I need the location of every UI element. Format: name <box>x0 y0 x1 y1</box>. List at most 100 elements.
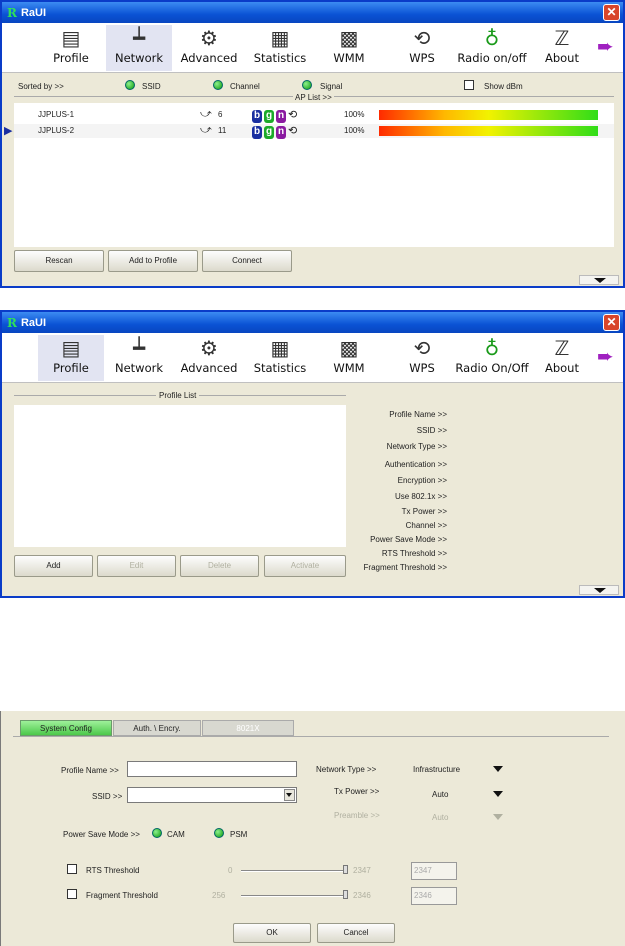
toolbar-about[interactable]: ℤ About <box>529 25 595 71</box>
network-icon: ┷ <box>132 336 146 360</box>
toolbar-wps[interactable]: ⟲ WPS <box>389 25 455 71</box>
field-ssid: SSID >> <box>416 426 447 435</box>
profile-icon: ▤ <box>61 336 81 360</box>
sorted-by-label: Sorted by >> <box>18 82 64 91</box>
power-save-mode-label: Power Save Mode >> <box>63 830 140 839</box>
chevron-down-icon <box>286 793 292 797</box>
ssid-combobox[interactable] <box>127 787 297 803</box>
toolbar: ▤ Profile ┷ Network ⚙ Advanced ▦ Statistics … <box>2 23 623 73</box>
field-network-type: Network Type >> <box>386 442 447 451</box>
sort-signal-label: Signal <box>320 82 343 91</box>
statistics-icon: ▦ <box>270 26 290 50</box>
ssid-label: SSID >> <box>92 792 123 801</box>
profile-list[interactable] <box>14 405 346 547</box>
delete-button[interactable]: Delete <box>180 555 259 577</box>
cancel-button[interactable]: Cancel <box>317 923 395 943</box>
sort-signal-radio[interactable] <box>302 80 312 90</box>
connect-button[interactable]: Connect <box>202 250 292 272</box>
toolbar-radio[interactable]: ♁ Radio On/Off <box>454 335 530 381</box>
arrow-right-icon[interactable]: ➨ <box>597 37 617 57</box>
profile-icon: ▤ <box>61 26 81 50</box>
arrow-right-icon[interactable]: ➨ <box>597 347 617 367</box>
rts-threshold-checkbox[interactable] <box>67 864 77 874</box>
wmm-icon: ▩ <box>339 336 359 360</box>
system-config-panel: System Config Auth. \ Encry. 8021X Profi… <box>0 711 625 946</box>
fragment-threshold-label: Fragment Threshold <box>86 891 158 900</box>
tab-auth-encry[interactable]: Auth. \ Encry. <box>113 720 201 736</box>
field-authentication: Authentication >> <box>384 460 447 469</box>
profile-name-input[interactable] <box>127 761 297 777</box>
signal-bar <box>379 110 598 120</box>
edit-button[interactable]: Edit <box>97 555 176 577</box>
dropdown-button[interactable] <box>284 789 295 801</box>
psm-radio[interactable] <box>214 828 224 838</box>
toolbar-advanced[interactable]: ⚙ Advanced <box>176 25 242 71</box>
mode-g-icon: g <box>264 110 274 123</box>
fragment-slider <box>241 895 345 897</box>
toolbar-statistics[interactable]: ▦ Statistics <box>247 335 313 381</box>
selected-arrow-icon: ▶ <box>4 125 13 137</box>
mode-g-icon: g <box>264 126 274 139</box>
toolbar-profile[interactable]: ▤ Profile <box>38 25 104 71</box>
rescan-button[interactable]: Rescan <box>14 250 104 272</box>
statistics-icon: ▦ <box>270 336 290 360</box>
toolbar-wmm[interactable]: ▩ WMM <box>316 335 382 381</box>
toolbar-advanced[interactable]: ⚙ Advanced <box>176 335 242 381</box>
preamble-dropdown-icon <box>493 814 503 820</box>
tab-8021x[interactable]: 8021X <box>202 720 294 736</box>
table-row-selected[interactable]: ▶ JJPLUS-2 ⤻ 11 b g n ⟲ 100% <box>4 124 614 139</box>
cam-radio[interactable] <box>152 828 162 838</box>
tx-power-label: Tx Power >> <box>334 787 380 796</box>
radio-icon: ♁ <box>484 26 500 50</box>
window-title: RaUI <box>20 6 47 19</box>
toolbar-wmm[interactable]: ▩ WMM <box>316 25 382 71</box>
toolbar-network[interactable]: ┷ Network <box>106 335 172 381</box>
sort-channel-radio[interactable] <box>213 80 223 90</box>
table-row[interactable]: JJPLUS-1 ⤻ 6 b g n ⟲ 100% <box>14 108 614 123</box>
fragment-value-field: 2346 <box>411 887 457 905</box>
toolbar-about[interactable]: ℤ About <box>529 335 595 381</box>
show-dbm-label: Show dBm <box>484 82 523 91</box>
rts-min-label: 0 <box>228 866 233 875</box>
ap-signal: 100% <box>344 110 365 119</box>
field-use-8021x: Use 802.1x >> <box>394 492 447 501</box>
toolbar-wps[interactable]: ⟲ WPS <box>389 335 455 381</box>
field-fragment-threshold: Fragment Threshold >> <box>363 563 447 572</box>
close-button[interactable]: ✕ <box>603 4 620 21</box>
scroll-down-button[interactable] <box>579 585 619 595</box>
field-rts-threshold: RTS Threshold >> <box>381 549 447 558</box>
add-to-profile-button[interactable]: Add to Profile <box>108 250 198 272</box>
toolbar-network[interactable]: ┷ Network <box>106 25 172 71</box>
tab-strip-line <box>13 736 609 737</box>
channel-icon: ⤻ <box>200 124 212 136</box>
network-type-dropdown-icon[interactable] <box>493 766 503 772</box>
app-logo-icon: R <box>7 315 17 330</box>
toolbar-statistics[interactable]: ▦ Statistics <box>247 25 313 71</box>
add-button[interactable]: Add <box>14 555 93 577</box>
network-type-value[interactable]: Infrastructure <box>413 765 460 774</box>
tab-system-config[interactable]: System Config <box>20 720 112 736</box>
preamble-value: Auto <box>432 813 449 822</box>
mode-badges: b g n ⟲ <box>252 108 297 123</box>
mode-badges: b g n ⟲ <box>252 124 297 139</box>
sort-ssid-radio[interactable] <box>125 80 135 90</box>
tx-power-value[interactable]: Auto <box>432 790 448 799</box>
scroll-down-button[interactable] <box>579 275 619 285</box>
profile-list-title: Profile List <box>156 391 200 400</box>
wps-capable-icon: ⟲ <box>288 109 298 121</box>
preamble-label: Preamble >> <box>334 811 380 820</box>
channel-icon: ⤻ <box>200 108 212 120</box>
wps-icon: ⟲ <box>413 336 431 360</box>
toolbar: ▤ Profile ┷ Network ⚙ Advanced ▦ Statistics … <box>2 333 623 383</box>
close-button[interactable]: ✕ <box>603 314 620 331</box>
show-dbm-checkbox[interactable] <box>464 80 474 90</box>
toolbar-radio[interactable]: ♁ Radio on/off <box>454 25 530 71</box>
toolbar-profile[interactable]: ▤ Profile <box>38 335 104 381</box>
advanced-icon: ⚙ <box>200 336 218 360</box>
fragment-threshold-checkbox[interactable] <box>67 889 77 899</box>
ok-button[interactable]: OK <box>233 923 311 943</box>
window-title: RaUI <box>20 316 47 329</box>
advanced-icon: ⚙ <box>200 26 218 50</box>
fragment-min-label: 256 <box>212 891 226 900</box>
tx-power-dropdown-icon[interactable] <box>493 791 503 797</box>
